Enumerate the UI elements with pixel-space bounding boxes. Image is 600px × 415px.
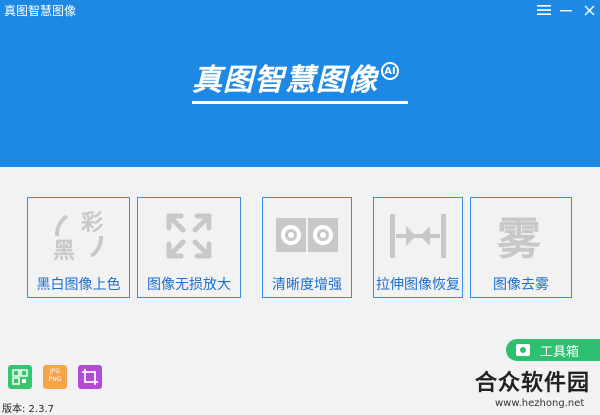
- dehaze-icon: 雾: [497, 214, 542, 265]
- close-button[interactable]: [578, 0, 600, 20]
- watermark-url: www.hezhong.net: [495, 398, 585, 409]
- qr-tool-button[interactable]: [8, 365, 32, 389]
- close-icon: [584, 5, 594, 15]
- logo: 真图智慧图像 AI: [192, 58, 399, 104]
- header-banner: 真图智慧图像 真图智慧图像 AI: [0, 0, 600, 167]
- format-convert-icon: JPG PNG: [43, 368, 67, 384]
- tile-sharpen[interactable]: 清晰度增强: [262, 197, 352, 298]
- tile-enlarge[interactable]: 图像无损放大: [137, 197, 241, 298]
- tile-colorize-label: 黑白图像上色: [36, 277, 121, 293]
- sharpen-icon: [276, 218, 338, 252]
- format-convert-button[interactable]: JPG PNG: [43, 365, 67, 389]
- stretch-restore-icon: [390, 214, 446, 258]
- qr-icon: [12, 369, 28, 385]
- minimize-icon: [560, 10, 572, 12]
- tile-stretch-restore[interactable]: 拉伸图像恢复: [373, 197, 463, 298]
- tile-dehaze[interactable]: 雾 图像去雾: [470, 197, 572, 298]
- enlarge-icon: [166, 213, 212, 259]
- menu-button[interactable]: [533, 0, 555, 20]
- tile-sharpen-label: 清晰度增强: [272, 277, 342, 293]
- tile-stretch-restore-label: 拉伸图像恢复: [376, 277, 460, 293]
- crop-icon: [82, 369, 98, 385]
- watermark: 合众软件园 www.hezhong.net: [440, 352, 600, 412]
- logo-underline: [192, 101, 408, 104]
- menu-icon: [537, 5, 551, 15]
- app-title: 真图智慧图像: [4, 4, 77, 18]
- tile-dehaze-label: 图像去雾: [493, 277, 549, 293]
- ai-badge: AI: [381, 62, 399, 80]
- minimize-button[interactable]: [555, 0, 577, 20]
- glyph-fog: 雾: [497, 214, 542, 265]
- glyph-color: 彩: [80, 211, 103, 236]
- watermark-title: 合众软件园: [475, 371, 591, 396]
- colorize-icon: 黑 彩: [53, 211, 103, 264]
- format-line1: JPG: [49, 368, 61, 375]
- crop-tool-button[interactable]: [78, 365, 102, 389]
- tile-enlarge-label: 图像无损放大: [147, 277, 231, 293]
- tile-colorize[interactable]: 黑 彩 黑白图像上色: [27, 197, 130, 298]
- logo-text: 真图智慧图像: [192, 63, 378, 98]
- glyph-black: 黑: [53, 239, 75, 264]
- format-line2: PNG: [48, 376, 62, 383]
